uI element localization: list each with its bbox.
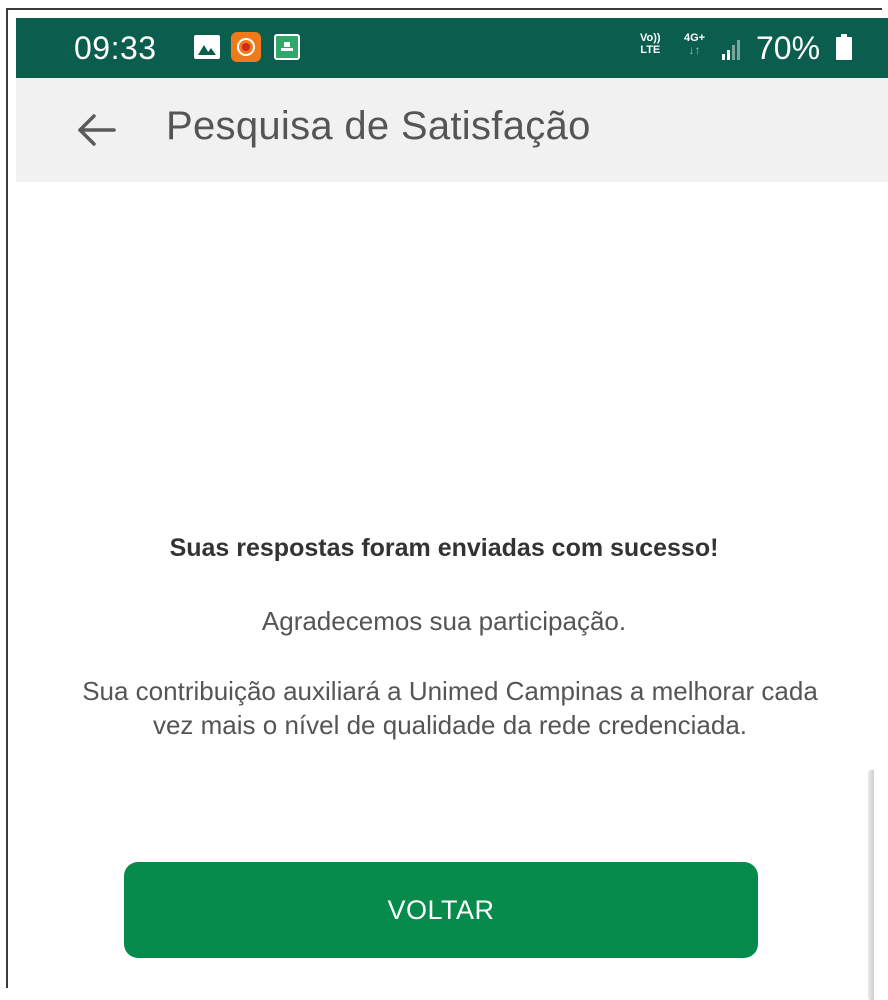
app-bar: Pesquisa de Satisfação [16, 78, 888, 182]
screenshot-frame: 09:33 Vo)) LTE 4G+ ↓↑ 70% Pesquisa de Sa… [0, 0, 888, 1000]
network-4g-icon: 4G+ ↓↑ [684, 32, 705, 56]
side-scroll-shadow [868, 770, 874, 1000]
volte-bottom-label: LTE [640, 44, 661, 56]
arrow-left-icon [78, 114, 116, 146]
voltar-button[interactable]: VOLTAR [124, 862, 758, 958]
contribution-message: Sua contribuição auxiliará a Unimed Camp… [82, 676, 818, 740]
thanks-message: Agradecemos sua participação. [261, 606, 627, 636]
back-button[interactable] [74, 106, 122, 154]
screen-record-icon [231, 32, 261, 62]
battery-icon [836, 34, 852, 60]
gallery-icon [194, 35, 220, 59]
page-title: Pesquisa de Satisfação [166, 104, 591, 148]
battery-percent: 70% [756, 30, 821, 66]
success-message: Suas respostas foram enviadas com sucess… [169, 534, 719, 562]
status-time: 09:33 [74, 30, 157, 66]
signal-icon [722, 38, 744, 60]
volte-icon: Vo)) LTE [640, 32, 661, 56]
volte-top-label: Vo)) [640, 32, 661, 44]
app-notification-icon [274, 34, 300, 60]
network-activity-arrows: ↓↑ [688, 43, 701, 57]
status-bar: 09:33 Vo)) LTE 4G+ ↓↑ 70% [16, 18, 888, 78]
